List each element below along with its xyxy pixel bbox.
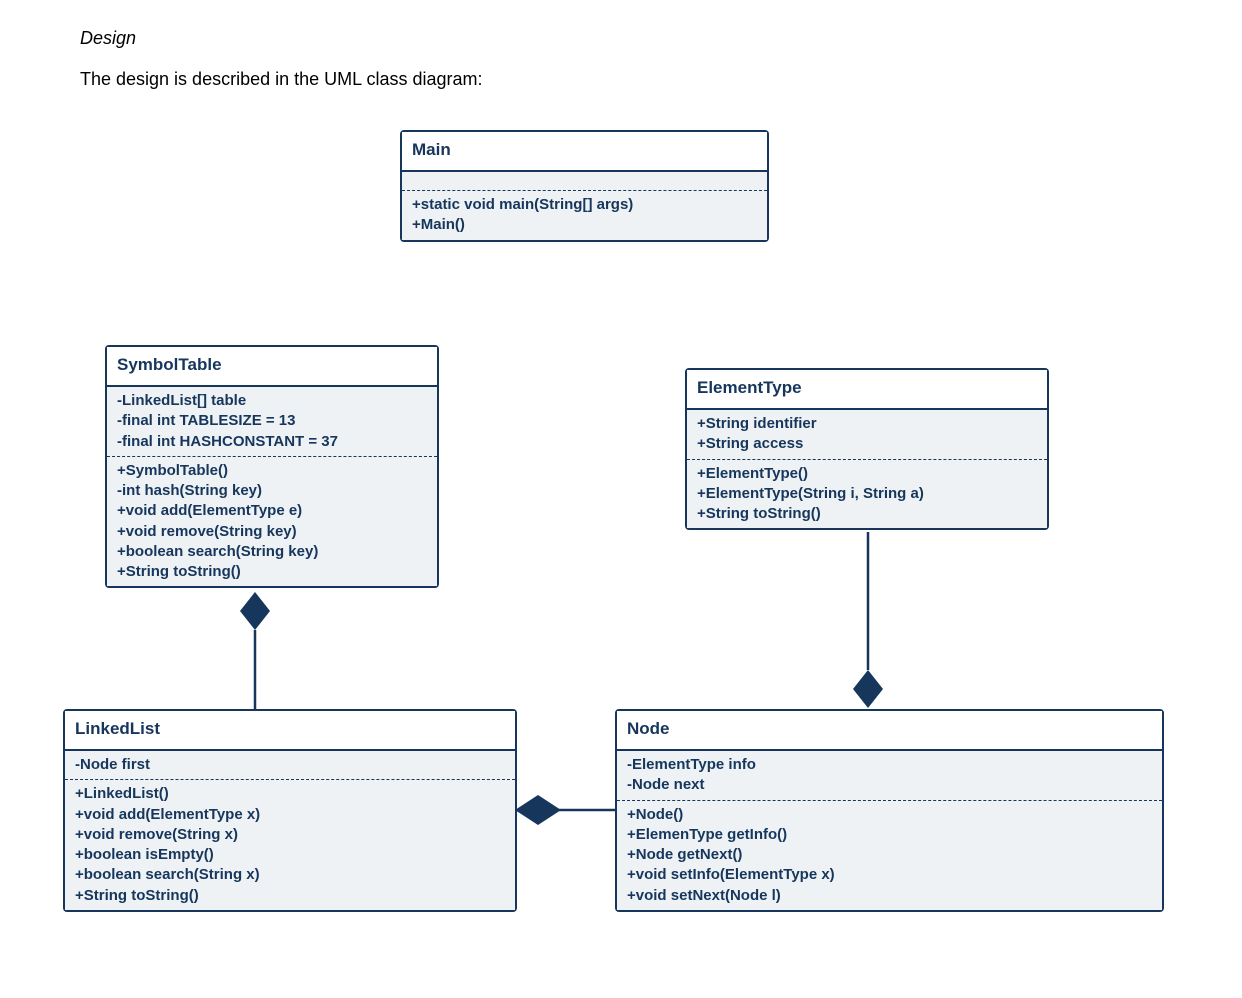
method-row: +void remove(String key) <box>117 522 427 542</box>
uml-class-linkedlist: LinkedList -Node first +LinkedList() +vo… <box>63 709 517 912</box>
class-attributes: -LinkedList[] table -final int TABLESIZE… <box>107 387 437 457</box>
class-methods: +static void main(String[] args) +Main() <box>402 191 767 240</box>
description-text: The design is described in the UML class… <box>80 69 1182 90</box>
class-name: SymbolTable <box>107 347 437 387</box>
uml-class-main: Main +static void main(String[] args) +M… <box>400 130 769 242</box>
uml-class-node: Node -ElementType info -Node next +Node(… <box>615 709 1164 912</box>
class-attributes: -ElementType info -Node next <box>617 751 1162 801</box>
attribute-row: -Node next <box>627 775 1152 795</box>
class-attributes-empty <box>402 172 767 191</box>
method-row: +ElementType() <box>697 464 1037 484</box>
class-name: ElementType <box>687 370 1047 410</box>
class-name: Main <box>402 132 767 172</box>
method-row: +ElemenType getInfo() <box>627 825 1152 845</box>
attribute-row: +String access <box>697 434 1037 454</box>
uml-class-elementtype: ElementType +String identifier +String a… <box>685 368 1049 530</box>
section-heading: Design <box>80 28 1182 49</box>
attribute-row: +String identifier <box>697 414 1037 434</box>
method-row: +String toString() <box>117 562 427 582</box>
method-row: +boolean search(String x) <box>75 865 505 885</box>
method-row: +void setInfo(ElementType x) <box>627 865 1152 885</box>
method-row: +Main() <box>412 215 757 235</box>
class-methods: +LinkedList() +void add(ElementType x) +… <box>65 780 515 910</box>
attribute-row: -ElementType info <box>627 755 1152 775</box>
uml-diagram: Main +static void main(String[] args) +M… <box>60 130 1160 950</box>
class-methods: +ElementType() +ElementType(String i, St… <box>687 460 1047 529</box>
method-row: +void remove(String x) <box>75 825 505 845</box>
method-row: +boolean isEmpty() <box>75 845 505 865</box>
class-name: LinkedList <box>65 711 515 751</box>
attribute-row: -final int TABLESIZE = 13 <box>117 411 427 431</box>
method-row: +ElementType(String i, String a) <box>697 484 1037 504</box>
method-row: +SymbolTable() <box>117 461 427 481</box>
class-name: Node <box>617 711 1162 751</box>
method-row: +Node getNext() <box>627 845 1152 865</box>
class-methods: +Node() +ElemenType getInfo() +Node getN… <box>617 801 1162 910</box>
method-row: +boolean search(String key) <box>117 542 427 562</box>
attribute-row: -LinkedList[] table <box>117 391 427 411</box>
method-row: +String toString() <box>697 504 1037 524</box>
method-row: +String toString() <box>75 886 505 906</box>
uml-class-symboltable: SymbolTable -LinkedList[] table -final i… <box>105 345 439 588</box>
method-row: +LinkedList() <box>75 784 505 804</box>
method-row: -int hash(String key) <box>117 481 427 501</box>
method-row: +void add(ElementType x) <box>75 805 505 825</box>
class-attributes: +String identifier +String access <box>687 410 1047 460</box>
attribute-row: -final int HASHCONSTANT = 37 <box>117 432 427 452</box>
method-row: +static void main(String[] args) <box>412 195 757 215</box>
method-row: +void setNext(Node l) <box>627 886 1152 906</box>
class-attributes: -Node first <box>65 751 515 780</box>
method-row: +Node() <box>627 805 1152 825</box>
class-methods: +SymbolTable() -int hash(String key) +vo… <box>107 457 437 587</box>
attribute-row: -Node first <box>75 755 505 775</box>
method-row: +void add(ElementType e) <box>117 501 427 521</box>
